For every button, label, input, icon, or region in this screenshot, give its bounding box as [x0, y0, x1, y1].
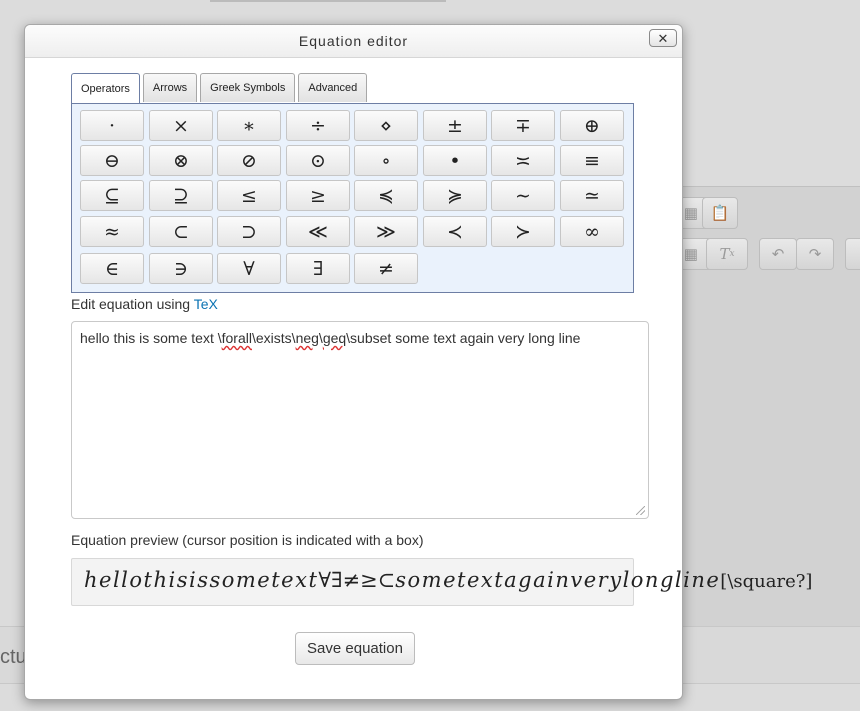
symbol-button[interactable]: ⊕: [560, 110, 624, 141]
symbol-button[interactable]: ≪: [286, 216, 350, 247]
symbol-button[interactable]: ≺: [423, 216, 487, 247]
symbol-button[interactable]: ≍: [491, 145, 555, 176]
symbol-button[interactable]: ≫: [354, 216, 418, 247]
close-button[interactable]: ✕: [649, 29, 677, 47]
symbol-button[interactable]: ⊆: [80, 180, 144, 211]
preview-label: Equation preview (cursor position is ind…: [71, 532, 424, 548]
equation-editor-dialog: Equation editor ✕ Operators Arrows Greek…: [24, 24, 812, 700]
symbol-button[interactable]: ⊖: [80, 145, 144, 176]
symbol-button[interactable]: ∃: [286, 253, 350, 284]
symbol-button[interactable]: ∋: [149, 253, 213, 284]
symbol-button[interactable]: ·: [80, 110, 144, 141]
tex-input[interactable]: hello this is some text \forall\exists\n…: [71, 321, 649, 519]
equation-preview: hellothisissometext∀∃≠≥⊂sometextagainver…: [71, 558, 812, 606]
symbol-button[interactable]: ∀: [217, 253, 281, 284]
background-top-bar: [210, 0, 446, 2]
edit-equation-label-text: Edit equation using: [71, 296, 194, 312]
symbol-button[interactable]: ∓: [491, 110, 555, 141]
symbol-button[interactable]: •: [423, 145, 487, 176]
symbol-button[interactable]: ≈: [80, 216, 144, 247]
background-redo-icon: ↷: [796, 238, 834, 270]
background-paste-icon: 📋: [702, 197, 738, 229]
preview-italic-text: hellothisissometext: [84, 568, 319, 592]
preview-cursor-box: [\square?]: [720, 571, 813, 592]
tex-misspelled-word: geq: [322, 330, 347, 346]
symbol-button[interactable]: ∘: [354, 145, 418, 176]
dialog-title: Equation editor: [298, 33, 409, 49]
tab-bar: Operators Arrows Greek Symbols Advanced: [71, 73, 370, 103]
tex-link[interactable]: TeX: [194, 296, 218, 312]
symbol-button[interactable]: ⊂: [149, 216, 213, 247]
preview-symbols: ∀∃≠≥⊂: [318, 568, 396, 592]
symbol-button[interactable]: ≠: [354, 253, 418, 284]
symbol-button[interactable]: ⊃: [217, 216, 281, 247]
dialog-header[interactable]: Equation editor: [25, 25, 682, 58]
symbol-button[interactable]: ∈: [80, 253, 144, 284]
background-clear-format-icon: Tx: [706, 238, 748, 270]
background-partial-text: ctu: [0, 646, 27, 668]
symbol-button[interactable]: ≃: [560, 180, 624, 211]
symbol-button[interactable]: ⊘: [217, 145, 281, 176]
tex-misspelled-word: forall: [221, 330, 252, 346]
symbol-button[interactable]: ×: [149, 110, 213, 141]
symbol-button[interactable]: ⋄: [354, 110, 418, 141]
symbol-button[interactable]: ⊙: [286, 145, 350, 176]
symbol-button[interactable]: ∗: [217, 110, 281, 141]
preview-rendered-equation: hellothisissometext∀∃≠≥⊂sometextagainver…: [84, 568, 812, 592]
tab-advanced[interactable]: Advanced: [298, 73, 368, 102]
tex-text-part: hello this is some text \: [80, 330, 222, 346]
symbol-button[interactable]: ≽: [423, 180, 487, 211]
tex-text-part: \exists\: [251, 330, 296, 346]
symbol-button[interactable]: ÷: [286, 110, 350, 141]
symbol-button[interactable]: ≼: [354, 180, 418, 211]
save-equation-button[interactable]: Save equation: [295, 632, 415, 665]
symbol-button[interactable]: ≤: [217, 180, 281, 211]
symbol-button[interactable]: ≡: [560, 145, 624, 176]
symbol-button[interactable]: ⊗: [149, 145, 213, 176]
resize-handle[interactable]: [636, 506, 645, 515]
symbol-button[interactable]: ∞: [560, 216, 624, 247]
symbol-button[interactable]: ≥: [286, 180, 350, 211]
tab-arrows[interactable]: Arrows: [142, 73, 198, 102]
tab-greek-symbols[interactable]: Greek Symbols: [200, 73, 296, 102]
symbol-button[interactable]: ±: [423, 110, 487, 141]
edit-equation-label: Edit equation using TeX: [71, 296, 218, 312]
background-extra-button: [845, 238, 860, 270]
symbol-button[interactable]: ∼: [491, 180, 555, 211]
tex-text-part: \subset some text again very long line: [346, 330, 581, 346]
tex-misspelled-word: neg: [295, 330, 319, 346]
background-undo-icon: ↶: [759, 238, 797, 270]
close-icon: ✕: [657, 30, 669, 46]
operators-palette: · × ∗ ÷ ⋄ ± ∓ ⊕ ⊖ ⊗ ⊘ ⊙ ∘ • ≍ ≡ ⊆ ⊇ ≤ ≥ …: [71, 103, 634, 293]
tab-operators[interactable]: Operators: [71, 73, 140, 103]
symbol-button[interactable]: ≻: [491, 216, 555, 247]
symbol-button[interactable]: ⊇: [149, 180, 213, 211]
preview-italic-text: sometextagainverylongline: [395, 568, 721, 592]
